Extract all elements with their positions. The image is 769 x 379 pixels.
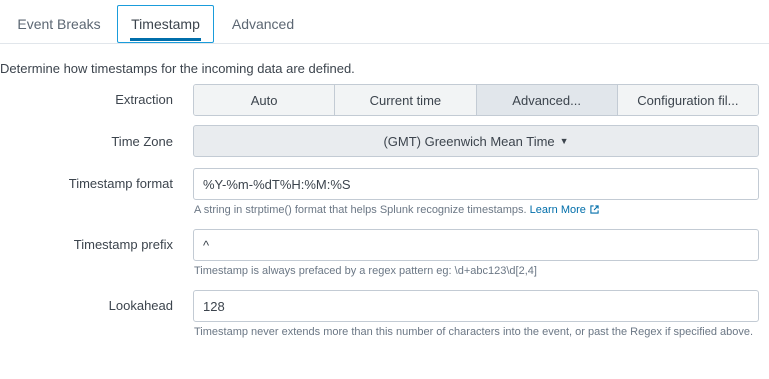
timestamp-format-label: Timestamp format	[68, 176, 173, 191]
extraction-option-configuration-file[interactable]: Configuration fil...	[617, 85, 758, 115]
lookahead-input[interactable]: 128	[193, 290, 759, 322]
extraction-segmented-control: Auto Current time Advanced... Configurat…	[193, 84, 759, 116]
caret-down-icon: ▼	[559, 136, 569, 146]
time-zone-dropdown[interactable]: (GMT) Greenwich Mean Time ▼	[193, 125, 759, 157]
tab-event-breaks[interactable]: Event Breaks	[5, 5, 113, 43]
extraction-option-auto[interactable]: Auto	[194, 85, 336, 115]
timestamp-format-input[interactable]: %Y-%m-%dT%H:%M:%S	[193, 168, 759, 200]
timestamp-format-help: A string in strptime() format that helps…	[194, 202, 599, 219]
timestamp-prefix-label: Timestamp prefix	[73, 237, 173, 252]
timestamp-prefix-help: Timestamp is always prefaced by a regex …	[194, 265, 537, 277]
lookahead-help: Timestamp never extends more than this n…	[194, 326, 754, 338]
timestamp-format-help-text: A string in strptime() format that helps…	[194, 204, 527, 216]
time-zone-value: (GMT) Greenwich Mean Time	[383, 133, 555, 149]
learn-more-label: Learn More	[529, 204, 586, 216]
extraction-label: Extraction	[115, 92, 173, 107]
tab-timestamp[interactable]: Timestamp	[117, 5, 214, 43]
time-zone-label: Time Zone	[111, 134, 173, 149]
intro-text: Determine how timestamps for the incomin…	[0, 61, 355, 76]
timestamp-settings-panel: Event Breaks Timestamp Advanced Determin…	[0, 0, 769, 379]
external-link-icon	[590, 205, 599, 214]
tab-advanced[interactable]: Advanced	[218, 5, 308, 43]
extraction-option-current-time[interactable]: Current time	[335, 85, 477, 115]
lookahead-label: Lookahead	[108, 298, 173, 313]
learn-more-link[interactable]: Learn More	[530, 204, 599, 216]
timestamp-prefix-input[interactable]: ^	[193, 229, 759, 261]
extraction-option-advanced[interactable]: Advanced...	[476, 85, 618, 115]
tab-bar: Event Breaks Timestamp Advanced	[0, 0, 769, 44]
